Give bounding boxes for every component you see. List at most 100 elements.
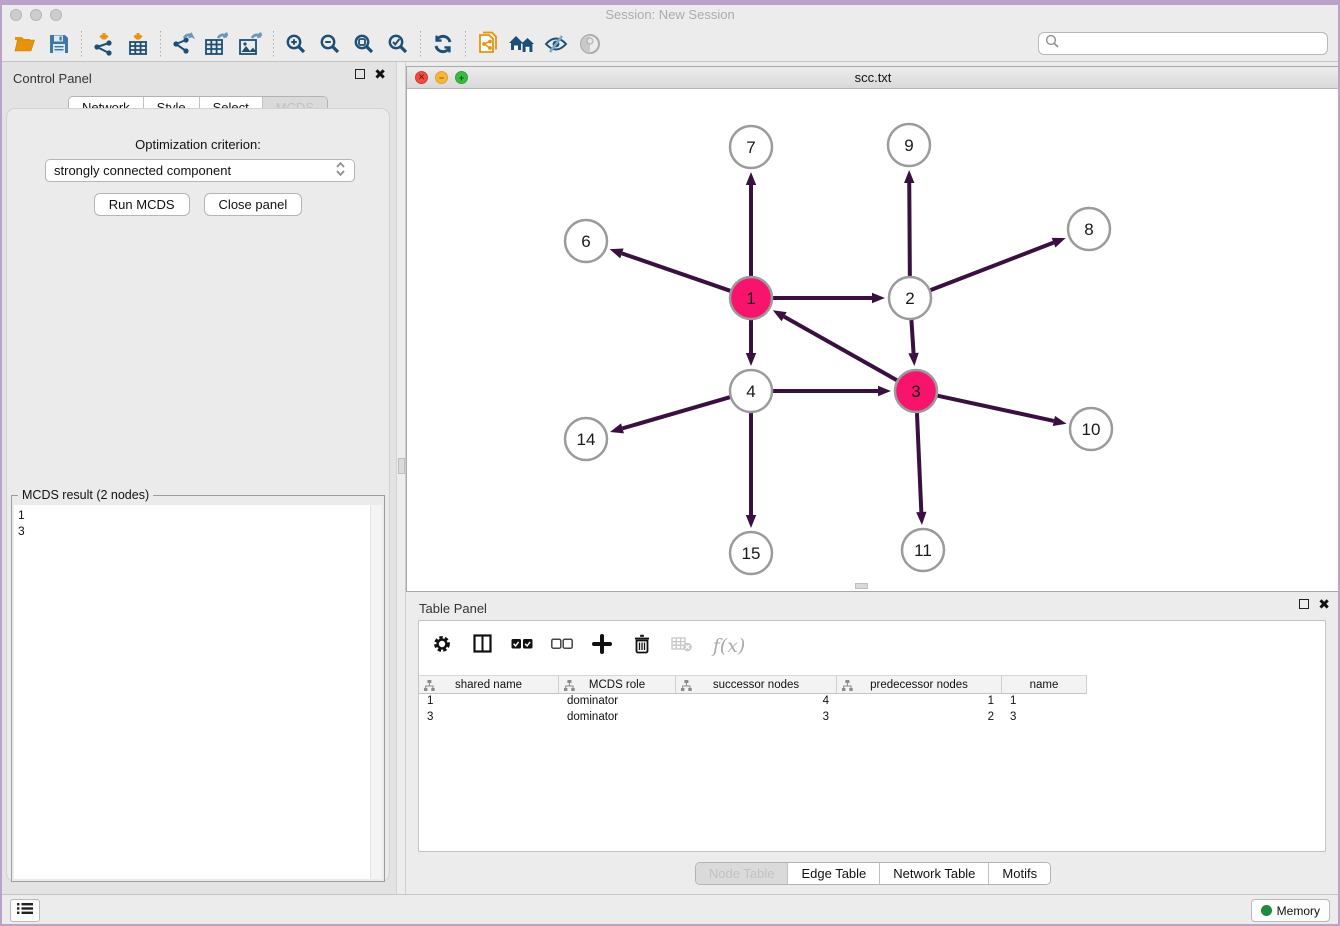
graph-node-7[interactable]: 7 (730, 126, 772, 168)
export-image-button[interactable] (234, 29, 268, 59)
column-header-name[interactable]: name (1002, 675, 1087, 694)
float-panel-icon[interactable] (1299, 599, 1309, 609)
column-header-successor-nodes[interactable]: successor nodes (676, 675, 837, 694)
table-row[interactable]: 1dominator411 (419, 694, 1325, 710)
zoom-out-button[interactable] (313, 29, 347, 59)
duplicate-network-button[interactable] (471, 29, 505, 59)
graph-node-3[interactable]: 3 (895, 370, 937, 412)
import-network-icon (92, 32, 116, 56)
graph-edge-4-3[interactable] (773, 386, 891, 396)
trash-icon (633, 634, 651, 659)
network-window-titlebar[interactable]: ✕ − + scc.txt (407, 67, 1339, 89)
hide-graphics-details-button[interactable] (539, 29, 573, 59)
network-overview-button[interactable] (505, 29, 539, 59)
table-cell[interactable]: dominator (559, 710, 676, 726)
graph-node-14[interactable]: 14 (565, 418, 607, 460)
node-label: 6 (581, 232, 590, 251)
delete-table-button[interactable] (669, 632, 695, 660)
network-canvas[interactable]: 7 9 6 8 1 2 4 3 14 10 15 11 (407, 89, 1339, 591)
optimization-criterion-select[interactable]: strongly connected component (45, 159, 355, 182)
column-header-label: successor nodes (713, 679, 799, 691)
export-network-button[interactable] (166, 29, 200, 59)
graph-edge-1-7[interactable] (746, 172, 756, 276)
node-table-container: f(x) shared nameMCDS role successor nodes… (418, 620, 1326, 852)
graph-node-10[interactable]: 10 (1070, 408, 1112, 450)
graph-node-2[interactable]: 2 (889, 277, 931, 319)
graph-node-11[interactable]: 11 (902, 529, 944, 571)
graph-node-1[interactable]: 1 (730, 277, 772, 319)
tab-edge-table[interactable]: Edge Table (788, 863, 880, 884)
graph-edge-4-14[interactable] (610, 397, 730, 433)
deselect-all-button[interactable] (549, 632, 575, 660)
graph-edge-3-11[interactable] (916, 413, 926, 525)
export-table-button[interactable] (200, 29, 234, 59)
table-cell[interactable]: 4 (676, 694, 837, 710)
create-column-button[interactable] (589, 632, 615, 660)
table-cell[interactable]: 2 (837, 710, 1002, 726)
graph-edge-2-3[interactable] (908, 320, 918, 366)
table-settings-button[interactable] (429, 632, 455, 660)
table-cell[interactable]: dominator (559, 694, 676, 710)
table-panel-header: Table Panel ✖ (406, 592, 1340, 620)
show-columns-button[interactable] (469, 632, 495, 660)
memory-label: Memory (1277, 904, 1320, 918)
table-cell[interactable]: 3 (1002, 710, 1087, 726)
table-cell[interactable]: 3 (676, 710, 837, 726)
show-graphics-details-button[interactable] (573, 29, 607, 59)
tab-network-table[interactable]: Network Table (880, 863, 989, 884)
task-history-button[interactable] (10, 899, 40, 922)
zoom-selected-button[interactable] (381, 29, 415, 59)
graph-edge-4-15[interactable] (746, 413, 756, 528)
graph-edge-3-10[interactable] (937, 396, 1066, 426)
import-network-button[interactable] (87, 29, 121, 59)
memory-button[interactable]: Memory (1251, 899, 1330, 922)
mcds-result-text[interactable]: 1 3 (14, 505, 370, 879)
graph-edge-2-8[interactable] (931, 238, 1066, 290)
select-all-button[interactable] (509, 632, 535, 660)
table-cell[interactable]: 3 (419, 710, 559, 726)
column-header-shared-name[interactable]: shared name (419, 675, 559, 694)
table-cell[interactable]: 1 (837, 694, 1002, 710)
close-panel-icon[interactable]: ✖ (1318, 599, 1330, 609)
splitter-handle[interactable] (398, 458, 405, 474)
graph-edge-1-6[interactable] (610, 248, 731, 290)
graph-node-15[interactable]: 15 (730, 532, 772, 574)
vertical-splitter[interactable] (396, 62, 406, 894)
graph-node-6[interactable]: 6 (565, 220, 607, 262)
graph-edge-2-9[interactable] (904, 170, 914, 276)
column-header-MCDS-role[interactable]: MCDS role (559, 675, 676, 694)
open-session-button[interactable] (8, 29, 42, 59)
zoom-fit-button[interactable] (347, 29, 381, 59)
close-panel-icon[interactable]: ✖ (374, 69, 386, 79)
status-bar: Memory (0, 894, 1340, 926)
import-table-button[interactable] (121, 29, 155, 59)
duplicate-network-icon (477, 31, 499, 57)
network-view-window: ✕ − + scc.txt 7 9 6 8 1 2 4 3 14 10 15 11 (406, 66, 1340, 592)
graph-node-4[interactable]: 4 (730, 370, 772, 412)
column-header-predecessor-nodes[interactable]: predecessor nodes (837, 675, 1002, 694)
zoom-in-button[interactable] (279, 29, 313, 59)
tab-motifs[interactable]: Motifs (989, 863, 1050, 884)
function-builder-button[interactable]: f(x) (709, 632, 749, 660)
gear-icon (432, 634, 452, 659)
close-panel-button[interactable]: Close panel (204, 193, 303, 216)
graph-node-9[interactable]: 9 (888, 124, 930, 166)
run-mcds-button[interactable]: Run MCDS (94, 193, 190, 216)
arrowhead-icon (908, 353, 918, 366)
graph-edge-1-2[interactable] (773, 293, 885, 303)
eye-icon (578, 33, 602, 55)
result-scrollbar[interactable] (370, 505, 382, 879)
float-panel-icon[interactable] (355, 69, 365, 79)
graph-edge-1-4[interactable] (746, 320, 756, 366)
save-session-button[interactable] (42, 29, 76, 59)
table-row[interactable]: 3dominator323 (419, 710, 1325, 726)
graph-edge-3-1[interactable] (773, 310, 897, 380)
apply-layout-button[interactable] (426, 29, 460, 59)
graph-node-8[interactable]: 8 (1068, 208, 1110, 250)
search-input[interactable] (1060, 37, 1321, 51)
tab-node-table[interactable]: Node Table (696, 863, 789, 884)
table-cell[interactable]: 1 (1002, 694, 1087, 710)
table-cell[interactable]: 1 (419, 694, 559, 710)
horizontal-splitter-handle[interactable] (855, 583, 868, 589)
delete-columns-button[interactable] (629, 632, 655, 660)
